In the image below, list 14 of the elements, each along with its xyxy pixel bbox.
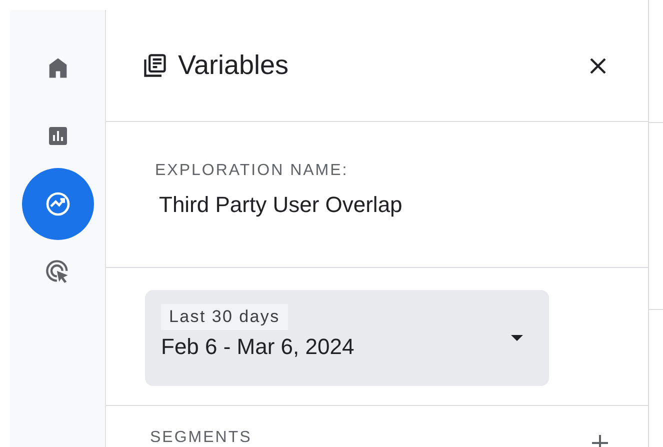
segments-label: SEGMENTS (150, 429, 252, 447)
exploration-name-field[interactable]: Third Party User Overlap (155, 192, 648, 218)
library-icon (142, 52, 168, 78)
trend-chart-icon (44, 190, 72, 218)
panel-title: Variables (178, 50, 290, 81)
target-cursor-icon (44, 259, 70, 285)
plus-icon (592, 435, 608, 447)
date-range-dropdown[interactable]: Last 30 days Feb 6 - Mar 6, 2024 (145, 290, 549, 386)
caret-icon (511, 335, 523, 341)
date-range-text: Feb 6 - Mar 6, 2024 (161, 334, 354, 360)
date-preset-chip: Last 30 days (161, 304, 288, 330)
exploration-name-label: EXPLORATION NAME: (155, 162, 350, 180)
close-icon (588, 56, 608, 76)
add-segment-button[interactable] (592, 435, 608, 447)
